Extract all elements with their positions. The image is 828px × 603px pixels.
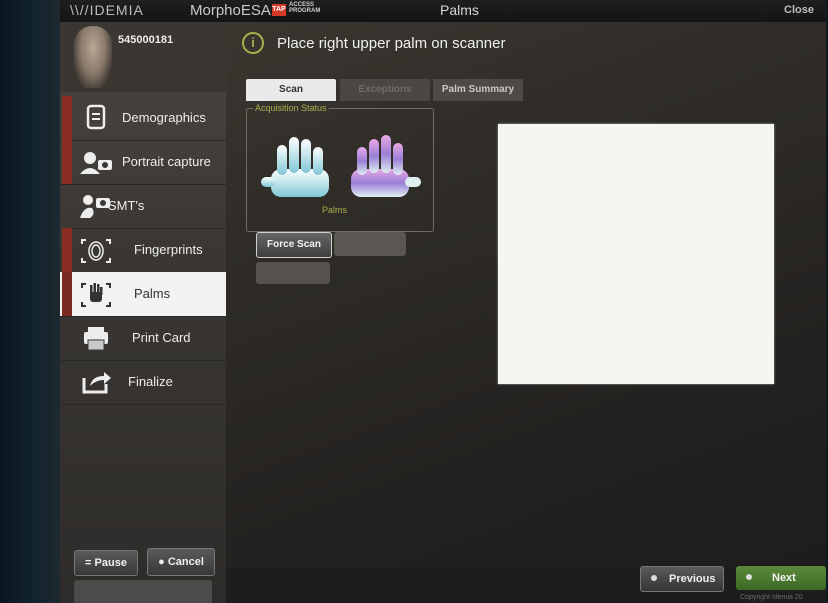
screen-title: Palms xyxy=(440,2,479,18)
tab-scan[interactable]: Scan xyxy=(246,79,336,101)
sidebar-item-portrait-capture[interactable]: Portrait capture xyxy=(60,140,226,185)
tab-palm-summary[interactable]: Palm Summary xyxy=(433,79,523,101)
left-palm-icon xyxy=(261,137,329,197)
sidebar-item-palms[interactable]: Palms xyxy=(60,272,226,317)
next-button[interactable]: Next xyxy=(736,566,826,590)
user-id: 545000181 xyxy=(118,34,174,46)
app-screen: \\//IDEMIA MorphoESA TAP ACCESS PROGRAM … xyxy=(60,0,826,603)
acquisition-status-panel: Acquisition Status Palms xyxy=(246,103,434,232)
scanner-preview xyxy=(498,124,774,384)
camera-person-icon xyxy=(80,152,112,174)
avatar xyxy=(74,26,112,88)
previous-icon xyxy=(651,575,657,581)
info-icon: i xyxy=(242,32,264,54)
acquisition-status-label: Acquisition Status xyxy=(253,103,329,113)
fingerprint-icon xyxy=(81,239,111,263)
tap-logo-text: ACCESS PROGRAM xyxy=(289,2,321,14)
printer-icon xyxy=(84,327,108,351)
close-button[interactable]: Close xyxy=(784,4,814,16)
disabled-button xyxy=(334,232,406,256)
sidebar-item-finalize[interactable]: Finalize xyxy=(60,360,226,405)
next-label: Next xyxy=(772,572,796,584)
sidebar-item-label: Fingerprints xyxy=(134,242,203,257)
sidebar-item-print-card[interactable]: Print Card xyxy=(60,316,226,361)
copyright-text: Copyright Idemia 20 xyxy=(740,594,803,601)
status-flag xyxy=(62,228,72,272)
sidebar-item-label: Demographics xyxy=(122,110,206,125)
force-scan-button[interactable]: Force Scan xyxy=(256,232,332,258)
monitor-bezel-left xyxy=(0,0,62,603)
right-palm-icon xyxy=(351,135,421,197)
status-flag xyxy=(62,140,72,184)
document-icon xyxy=(86,104,106,130)
palms-label: Palms xyxy=(322,205,348,215)
previous-button[interactable]: Previous xyxy=(640,566,724,592)
tab-exceptions[interactable]: Exceptions xyxy=(340,79,430,101)
previous-label: Previous xyxy=(669,573,716,585)
palm-icon xyxy=(81,283,111,307)
sidebar-item-label: Portrait capture xyxy=(122,154,211,169)
instruction-text: Place right upper palm on scanner xyxy=(277,35,506,52)
export-icon xyxy=(82,372,111,394)
sidebar-item-fingerprints[interactable]: Fingerprints xyxy=(60,228,226,273)
status-flag xyxy=(62,272,72,316)
product-name: MorphoESA xyxy=(190,2,271,19)
user-block: 545000181 xyxy=(60,22,226,92)
cancel-label: Cancel xyxy=(167,556,204,568)
pause-button[interactable]: = Pause xyxy=(74,550,138,576)
disabled-button xyxy=(256,262,330,284)
status-flag xyxy=(62,96,72,140)
sidebar-item-demographics[interactable]: Demographics xyxy=(60,96,226,141)
sidebar-item-label: Finalize xyxy=(128,374,173,389)
next-icon xyxy=(746,574,752,580)
top-bar: \\//IDEMIA MorphoESA TAP ACCESS PROGRAM … xyxy=(60,0,826,22)
sidebar: 545000181 Demographics Portrait capture … xyxy=(60,22,226,603)
brand-logo: \\//IDEMIA xyxy=(70,2,144,18)
sidebar-item-label: Palms xyxy=(134,286,171,301)
sidebar-item-label: SMT's xyxy=(108,198,145,213)
tap-logo: TAP xyxy=(272,4,286,16)
cancel-icon: ● xyxy=(158,556,165,568)
done-button-disabled xyxy=(74,580,212,603)
sidebar-item-smts[interactable]: SMT's xyxy=(60,184,226,229)
cancel-button[interactable]: ● Cancel xyxy=(147,548,215,576)
sidebar-item-label: Print Card xyxy=(132,330,191,345)
